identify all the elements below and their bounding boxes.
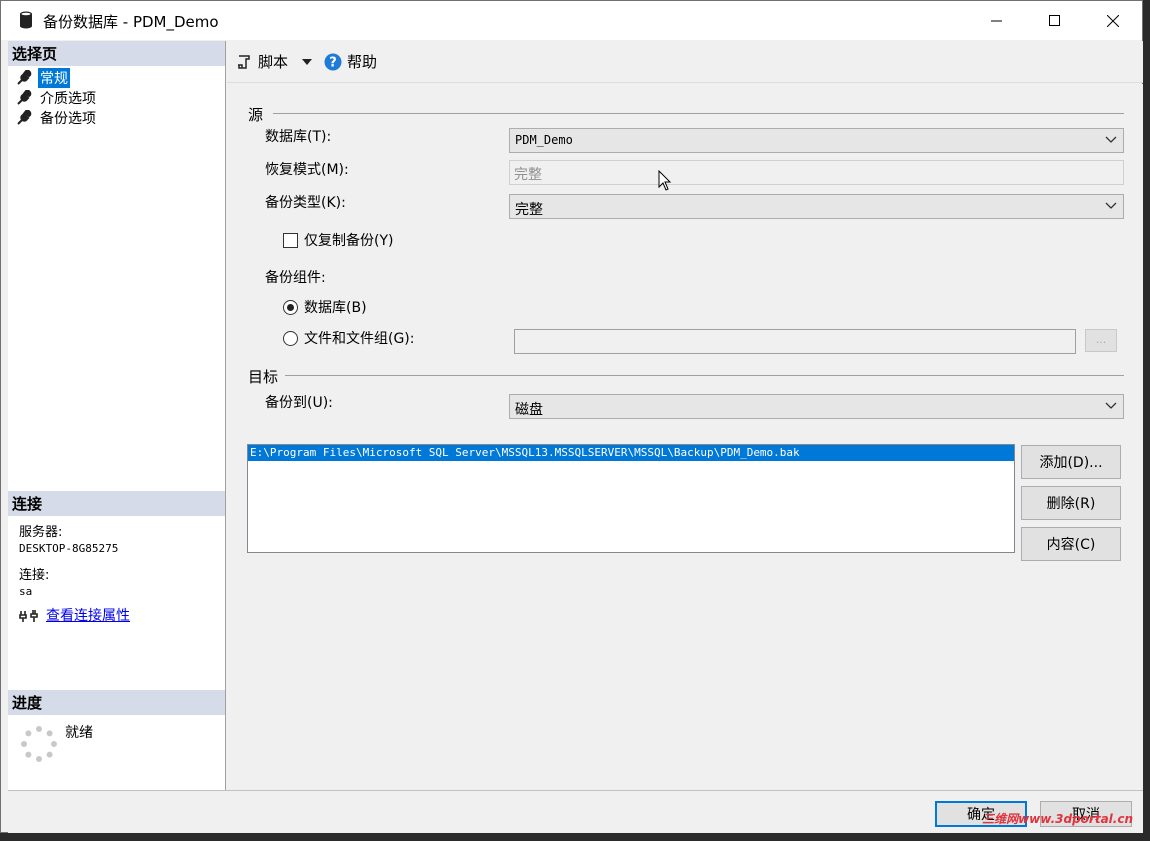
- radio-button[interactable]: [283, 299, 298, 315]
- server-label: 服务器:: [19, 525, 63, 540]
- maximize-icon: [1048, 15, 1060, 26]
- maximize-button[interactable]: [1025, 1, 1083, 40]
- help-icon: ?: [324, 53, 342, 70]
- script-icon: [238, 54, 250, 69]
- copy-only-backup-checkbox[interactable]: 仅复制备份(Y): [283, 230, 393, 250]
- source-group-title: 源: [248, 106, 264, 124]
- connection-header: 连接: [8, 491, 225, 516]
- chevron-down-icon: [1105, 402, 1117, 409]
- chevron-down-icon: [1105, 202, 1117, 209]
- recovery-model-label: 恢复模式(M):: [265, 162, 349, 178]
- select-page-header: 选择页: [8, 41, 225, 66]
- component-files-radio[interactable]: 文件和文件组(G):: [283, 328, 415, 348]
- add-destination-button[interactable]: 添加(D)...: [1021, 445, 1121, 479]
- database-select-value: PDM_Demo: [515, 133, 573, 147]
- destination-divider: [285, 375, 1124, 376]
- help-button[interactable]: ? 帮助: [324, 51, 377, 72]
- watermark: 三维网www.3dportal.cn: [982, 812, 1133, 826]
- svg-text:?: ?: [329, 55, 337, 70]
- browse-files-button: ...: [1085, 329, 1117, 352]
- backup-type-select[interactable]: 完整: [509, 194, 1124, 219]
- left-panel: 选择页 常规 介质选项 备份选项 连接 服务器: DESKTOP-8G85275…: [8, 41, 226, 790]
- list-item[interactable]: E:\Program Files\Microsoft SQL Server\MS…: [248, 445, 1014, 461]
- backup-to-select[interactable]: 磁盘: [509, 394, 1124, 419]
- page-item-media-options[interactable]: 介质选项: [16, 88, 98, 107]
- minimize-icon: [990, 20, 1002, 22]
- source-divider: [273, 113, 1124, 114]
- close-icon: [1107, 14, 1119, 27]
- title-bar: 备份数据库 - PDM_Demo: [1, 1, 1142, 40]
- page-item-label: 备份选项: [40, 110, 96, 127]
- backup-component-label: 备份组件:: [265, 270, 326, 286]
- view-connection-properties[interactable]: 查看连接属性: [19, 609, 130, 623]
- page-item-backup-options[interactable]: 备份选项: [16, 108, 98, 127]
- backup-type-label: 备份类型(K):: [265, 195, 346, 211]
- wrench-icon: [17, 109, 32, 125]
- window-title: 备份数据库 - PDM_Demo: [43, 13, 219, 31]
- dropdown-arrow-icon[interactable]: [302, 58, 313, 65]
- database-icon: [20, 11, 32, 29]
- backup-type-select-value: 完整: [515, 202, 543, 218]
- connection-label: 连接:: [19, 568, 50, 583]
- recovery-model-field: 完整: [509, 160, 1124, 185]
- radio-button[interactable]: [283, 330, 298, 346]
- dialog-footer: 确定 取消 三维网www.3dportal.cn: [8, 790, 1143, 833]
- wrench-icon: [17, 89, 32, 105]
- database-select[interactable]: PDM_Demo: [509, 128, 1124, 153]
- backup-to-label: 备份到(U):: [265, 395, 333, 411]
- chevron-down-icon: [1105, 136, 1117, 143]
- general-page-content: 源 数据库(T): PDM_Demo 恢复模式(M): 完整 备份类型(K): …: [227, 84, 1143, 790]
- component-database-radio[interactable]: 数据库(B): [283, 297, 367, 317]
- progress-spinner-icon: [21, 726, 57, 762]
- destination-group-title: 目标: [248, 368, 279, 386]
- backup-database-dialog: 备份数据库 - PDM_Demo 选择页 常规 介质选项 备份选项 连接 服务器…: [0, 0, 1143, 833]
- mouse-cursor-icon: [658, 170, 672, 191]
- page-item-label: 介质选项: [40, 90, 96, 107]
- wrench-icon: [17, 69, 32, 85]
- component-files-label: 文件和文件组(G):: [304, 331, 415, 347]
- help-label: 帮助: [347, 53, 378, 71]
- view-connection-properties-link[interactable]: 查看连接属性: [46, 609, 130, 623]
- toolbar: 脚本 ? 帮助: [227, 41, 1143, 83]
- progress-header: 进度: [8, 690, 225, 715]
- checkbox-box[interactable]: [283, 232, 298, 248]
- page-item-label: 常规: [38, 67, 70, 88]
- close-button[interactable]: [1084, 1, 1142, 40]
- backup-destination-list[interactable]: E:\Program Files\Microsoft SQL Server\MS…: [247, 444, 1015, 553]
- contents-button[interactable]: 内容(C): [1021, 527, 1121, 561]
- plug-icon: [19, 610, 38, 622]
- server-value: DESKTOP-8G85275: [19, 542, 119, 555]
- remove-destination-button[interactable]: 删除(R): [1021, 486, 1121, 520]
- component-database-label: 数据库(B): [304, 300, 367, 316]
- page-item-general[interactable]: 常规: [16, 67, 70, 88]
- connection-value: sa: [19, 585, 33, 598]
- script-button[interactable]: 脚本: [236, 51, 313, 72]
- progress-status: 就绪: [65, 725, 93, 741]
- minimize-button[interactable]: [967, 1, 1025, 40]
- backup-to-select-value: 磁盘: [515, 402, 543, 418]
- files-filegroups-field: [514, 329, 1076, 354]
- script-label: 脚本: [258, 53, 289, 71]
- database-label: 数据库(T):: [265, 129, 332, 145]
- copy-only-backup-label: 仅复制备份(Y): [304, 233, 394, 249]
